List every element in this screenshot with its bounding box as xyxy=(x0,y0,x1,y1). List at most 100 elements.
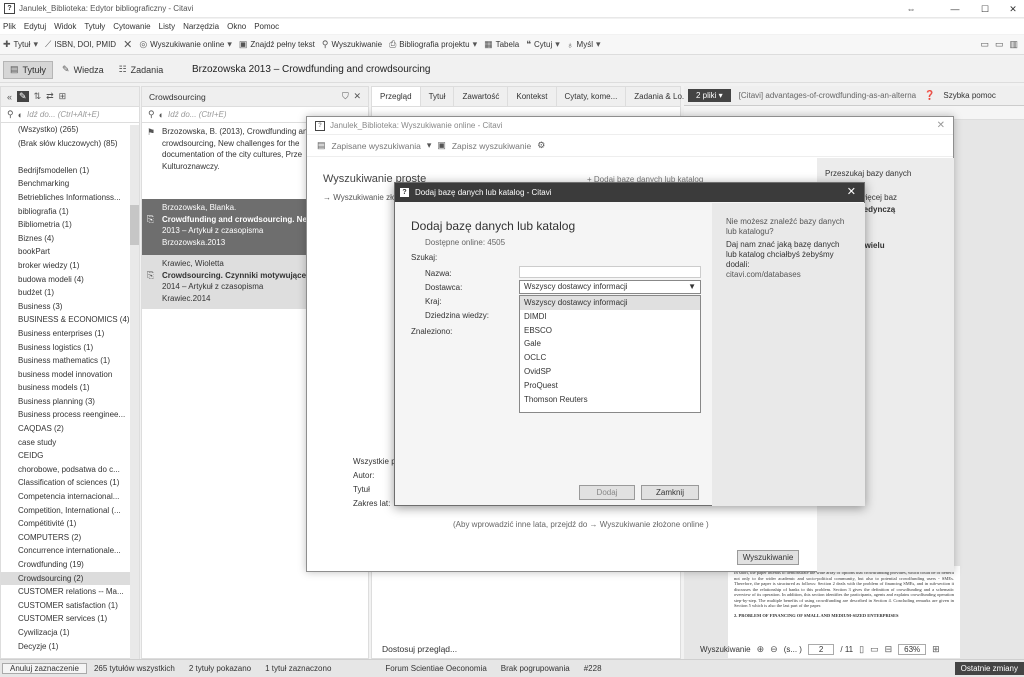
keyword-item[interactable]: Compétitivité (1) xyxy=(1,517,139,531)
thought-button[interactable]: ♁ Myśl ▾ xyxy=(567,39,601,50)
close-icon[interactable]: ✕ xyxy=(937,120,945,131)
layout-two-icon[interactable]: ▭ xyxy=(995,39,1004,50)
restore-arrows-icon[interactable]: ⇔ xyxy=(900,2,922,16)
keyword-item[interactable]: CAQDAS (2) xyxy=(1,422,139,436)
keyword-item[interactable]: business models (1) xyxy=(1,381,139,395)
maximize-button[interactable]: ☐ xyxy=(974,2,996,16)
provider-option[interactable]: OCLC xyxy=(520,351,700,365)
cite-button[interactable]: ❝ Cytuj ▾ xyxy=(526,39,560,50)
keyword-item[interactable] xyxy=(1,150,139,164)
tab-context[interactable]: Kontekst xyxy=(508,87,557,106)
provider-option[interactable]: EBSCO xyxy=(520,324,700,338)
keyword-item[interactable]: bibliografia (1) xyxy=(1,205,139,219)
tab-quotations[interactable]: Cytaty, kome... xyxy=(557,87,627,106)
pdf-search-label[interactable]: Wyszukiwanie xyxy=(700,645,751,654)
databases-link[interactable]: citavi.com/databases xyxy=(726,270,851,280)
keyword-item[interactable]: BUSINESS & ECONOMICS (4) xyxy=(1,313,139,327)
tab-title[interactable]: Tytuł xyxy=(421,87,455,106)
keyword-item[interactable]: Bedrijfsmodellen (1) xyxy=(1,164,139,178)
provider-select[interactable]: Wszyscy dostawcy informacji ▼ xyxy=(519,280,701,294)
keyword-item[interactable]: CUSTOMER satisfaction (1) xyxy=(1,599,139,613)
keyword-item[interactable]: Cywilizacja (1) xyxy=(1,626,139,640)
online-search-button[interactable]: Wyszukiwanie xyxy=(737,550,799,565)
keyword-item[interactable]: Betriebliches Informationss... xyxy=(1,191,139,205)
filter-tree-icon[interactable]: ⊞ xyxy=(59,91,67,102)
keyword-item[interactable]: Biznes (4) xyxy=(1,232,139,246)
keyword-item[interactable]: Business planning (3) xyxy=(1,395,139,409)
menu-cytowanie[interactable]: Cytowanie xyxy=(113,22,150,31)
tab-knowledge[interactable]: ✎ Wiedza xyxy=(56,61,110,79)
keyword-item[interactable]: Competencia internacional... xyxy=(1,490,139,504)
save-search-button[interactable]: Zapisz wyszukiwanie xyxy=(452,141,531,151)
menu-edytuj[interactable]: Edytuj xyxy=(24,22,46,31)
add-button[interactable]: Dodaj xyxy=(579,485,635,500)
provider-option[interactable]: OvidSP xyxy=(520,365,700,379)
zoom-out-icon[interactable]: ⊟ xyxy=(885,644,893,655)
keyword-item[interactable]: budowa modeli (4) xyxy=(1,273,139,287)
advanced-online-link[interactable]: Wyszukiwanie złożone online ) xyxy=(600,520,709,529)
keyword-item[interactable]: Business (3) xyxy=(1,300,139,314)
menu-widok[interactable]: Widok xyxy=(54,22,76,31)
menu-tytuly[interactable]: Tytuły xyxy=(84,22,105,31)
keyword-item[interactable]: Competition, International (... xyxy=(1,504,139,518)
keyword-item[interactable]: Crowdsourcing (2) xyxy=(1,571,139,586)
keywords-icon[interactable]: ✎ xyxy=(17,91,29,102)
page-number-input[interactable]: 2 xyxy=(807,644,835,655)
up-arrow-icon[interactable]: ⊕ xyxy=(757,644,765,655)
search-button[interactable]: ⚲ Wyszukiwanie xyxy=(322,39,382,50)
keyword-item[interactable]: business model innovation xyxy=(1,368,139,382)
search-options[interactable]: (s... ) xyxy=(784,645,802,654)
close-button[interactable]: ✕ xyxy=(1002,2,1024,16)
recent-changes-button[interactable]: Ostatnie zmiany xyxy=(954,662,1024,675)
keyword-item[interactable]: CEIDG xyxy=(1,449,139,463)
keyword-item[interactable]: Business logistics (1) xyxy=(1,341,139,355)
add-title-button[interactable]: ✚ Tytuł ▾ xyxy=(3,39,38,50)
close-icon[interactable]: ✕ xyxy=(353,91,361,102)
scrollbar[interactable] xyxy=(130,125,139,659)
find-fulltext-button[interactable]: ▣ Znajdź pełny tekst xyxy=(239,39,315,50)
minimize-button[interactable]: — xyxy=(944,2,966,16)
menu-narzedzia[interactable]: Narzędzia xyxy=(183,22,219,31)
dialog-close-icon[interactable]: ✕ xyxy=(847,185,856,198)
keyword-item[interactable]: Concurrence internationale... xyxy=(1,544,139,558)
keyword-item[interactable]: (Wszystko) (265) xyxy=(1,123,139,137)
filter-icon[interactable]: ⛉ xyxy=(342,91,349,102)
provider-option[interactable]: Gale xyxy=(520,337,700,351)
settings-icon[interactable]: ⚙ xyxy=(537,140,545,151)
menu-listy[interactable]: Listy xyxy=(159,22,175,31)
keyword-item[interactable]: Business process reenginee... xyxy=(1,408,139,422)
keyword-item[interactable]: bookPart xyxy=(1,245,139,259)
keyword-item[interactable]: broker wiedzy (1) xyxy=(1,259,139,273)
customize-overview-link[interactable]: Dostosuj przegląd... xyxy=(382,644,457,654)
fit-width-icon[interactable]: ▭ xyxy=(870,644,879,655)
keyword-item[interactable]: CUSTOMER relations -- Ma... xyxy=(1,585,139,599)
keyword-item[interactable]: chorobowe, podsatwa do c... xyxy=(1,463,139,477)
tab-overview[interactable]: Przegląd xyxy=(372,87,421,106)
down-arrow-icon[interactable]: ⊖ xyxy=(770,644,778,655)
groups-icon[interactable]: ⇄ xyxy=(46,91,54,102)
keyword-item[interactable]: Crowdfunding (19) xyxy=(1,558,139,572)
project-bibliography-button[interactable]: ⎙ Bibliografia projektu ▾ xyxy=(389,39,477,50)
help-icon[interactable]: ❓ xyxy=(924,90,935,101)
keyword-item[interactable]: Decyzje (1) xyxy=(1,640,139,654)
category-search[interactable]: ⚲ ◐ Idź do... (Ctrl+Alt+E) xyxy=(1,107,139,123)
files-dropdown[interactable]: 2 pliki ▾ xyxy=(688,89,731,102)
layout-one-icon[interactable]: ▭ xyxy=(980,39,989,50)
provider-option[interactable]: Thomson Reuters xyxy=(520,393,700,407)
close-button[interactable]: Zamknij xyxy=(641,485,699,500)
cancel-selection-button[interactable]: Anuluj zaznaczenie xyxy=(2,663,87,674)
isbn-button[interactable]: ⟋ ISBN, DOI, PMID xyxy=(45,39,116,50)
menu-pomoc[interactable]: Pomoc xyxy=(254,22,279,31)
provider-option[interactable]: Wszyscy dostawcy informacji xyxy=(520,296,700,310)
name-input[interactable] xyxy=(519,266,701,278)
keyword-item[interactable]: Classification of sciences (1) xyxy=(1,476,139,490)
saved-searches-dropdown[interactable]: Zapisane wyszukiwania xyxy=(332,141,421,151)
keyword-item[interactable]: Bibliometria (1) xyxy=(1,218,139,232)
zoom-level[interactable]: 63% xyxy=(898,644,927,655)
menu-okno[interactable]: Okno xyxy=(227,22,246,31)
keyword-item[interactable]: case study xyxy=(1,436,139,450)
quick-help-link[interactable]: Szybka pomoc xyxy=(943,91,995,100)
tab-titles[interactable]: ▤ Tytuły xyxy=(3,60,54,79)
online-search-button[interactable]: ◎ Wyszukiwanie online ▾ xyxy=(139,39,232,50)
fit-page-icon[interactable]: ▯ xyxy=(859,644,864,655)
